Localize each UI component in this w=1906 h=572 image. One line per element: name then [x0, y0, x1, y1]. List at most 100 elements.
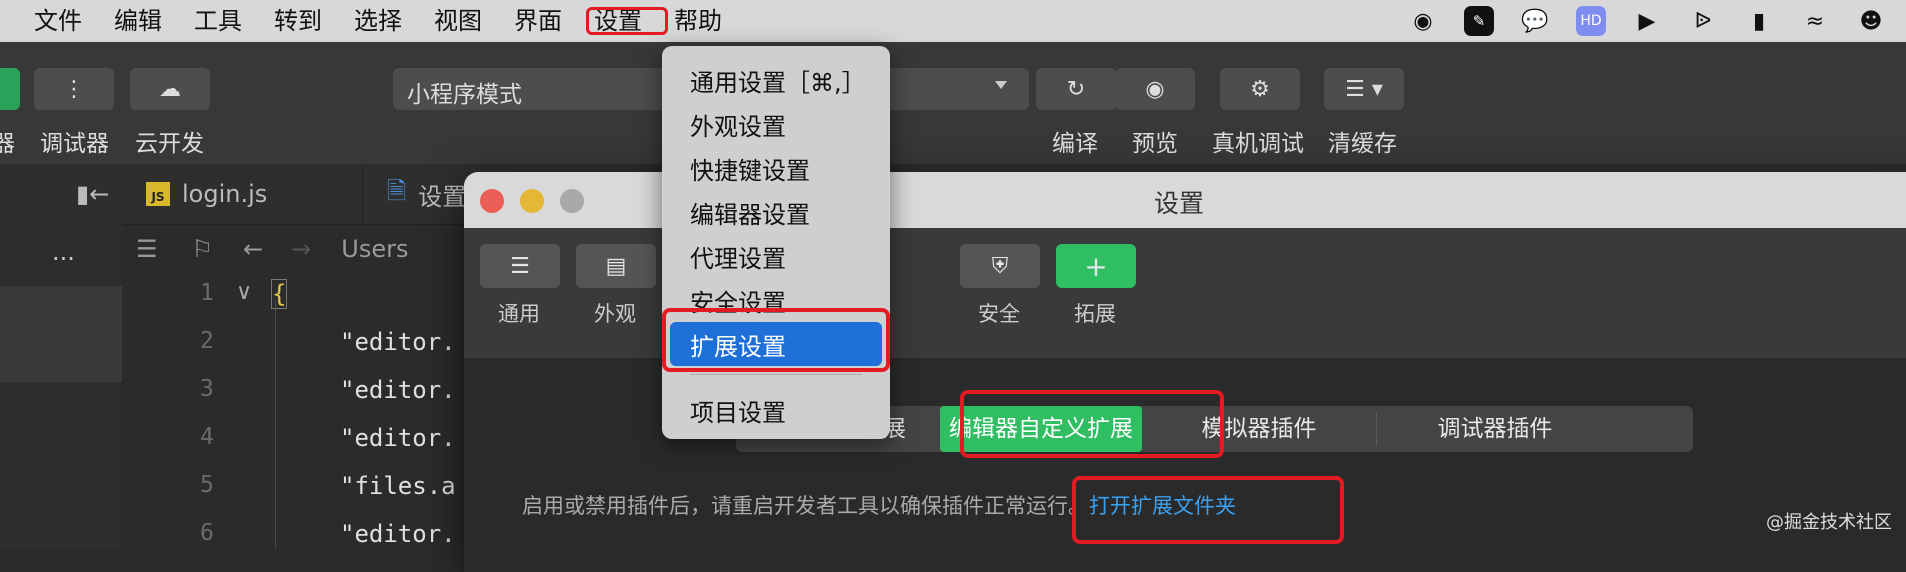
clear-cache-label: 清缓存 [1328, 131, 1397, 157]
menu-shortcut-settings-label: 快捷键设置 [690, 157, 810, 185]
menu-editor-settings-label: 编辑器设置 [690, 201, 810, 229]
category-appearance-label: 外观 [594, 302, 636, 326]
menu-help[interactable]: 帮助 [658, 0, 738, 42]
menu-file[interactable]: 文件 [18, 0, 98, 42]
breadcrumb[interactable]: Users [341, 235, 408, 263]
close-window-button[interactable] [480, 189, 504, 213]
code-line[interactable]: "editor. [340, 376, 456, 404]
debugger-icon: ⋮ [63, 76, 85, 102]
tab-settings-label: 设置 [418, 182, 467, 211]
battery-icon[interactable]: ▮ [1744, 6, 1774, 36]
cloud-button[interactable]: ☁ [130, 68, 210, 110]
forward-icon[interactable]: → [291, 235, 311, 263]
menu-appearance-settings-label: 外观设置 [690, 113, 786, 141]
extension-hint-text: 启用或禁用插件后，请重启开发者工具以确保插件正常运行。 [522, 494, 1089, 518]
line-number: 6 [200, 520, 214, 546]
settings-dropdown-menu: 通用设置［⌘,］ 外观设置 快捷键设置 编辑器设置 代理设置 安全设置 扩展设置… [662, 46, 890, 439]
minimize-window-button[interactable] [520, 189, 544, 213]
bookmark-icon[interactable]: ⚐ [192, 235, 214, 263]
hd-icon[interactable]: HD [1576, 6, 1606, 36]
bug-icon: ⚙ [1250, 76, 1270, 102]
menu-goto[interactable]: 转到 [258, 0, 338, 42]
menu-general-settings[interactable]: 通用设置［⌘,］ [662, 58, 890, 98]
back-icon[interactable]: ← [243, 235, 263, 263]
bird-icon[interactable]: ◉ [1408, 6, 1438, 36]
note-icon[interactable]: ✎ [1464, 6, 1494, 36]
code-line[interactable]: "editor. [340, 424, 456, 452]
cloud-icon: ☁ [159, 76, 181, 102]
list-icon[interactable]: ☰ [136, 235, 158, 263]
hd-label: HD [1580, 13, 1602, 29]
collapse-sidebar-icon[interactable]: ▮← [76, 164, 109, 224]
category-security[interactable]: ⛨ [960, 244, 1040, 288]
highlight-editor-custom [960, 390, 1224, 458]
highlight-open-folder [1072, 476, 1344, 544]
shield-icon: ⛨ [991, 253, 1009, 279]
menu-edit[interactable]: 编辑 [98, 0, 178, 42]
play-icon[interactable]: ▶ [1632, 6, 1662, 36]
preview-label: 预览 [1132, 131, 1178, 157]
sliders-icon: ☰ [510, 253, 530, 279]
zoom-window-button[interactable] [560, 189, 584, 213]
left-panel-selection [0, 286, 122, 382]
menu-proxy-settings-label: 代理设置 [690, 245, 786, 273]
menu-bar: 文件 编辑 工具 转到 选择 视图 界面 设置 帮助 ◉ ✎ 💬 HD ▶ ᐉ … [0, 0, 1906, 42]
clear-cache-button[interactable]: ☰ ▾ [1324, 68, 1404, 110]
user-icon[interactable]: ☻ [1856, 6, 1886, 36]
menu-project-settings[interactable]: 项目设置 [662, 388, 890, 428]
menu-editor-settings[interactable]: 编辑器设置 [662, 190, 890, 230]
layers-icon: ☰ ▾ [1345, 76, 1383, 102]
js-file-icon: JS [146, 182, 170, 206]
left-panel: ... [0, 224, 122, 548]
eye-icon: ◉ [1145, 76, 1165, 102]
segment-debugger-plugins[interactable]: 调试器插件 [1376, 406, 1614, 452]
tab-login-js[interactable]: JS login.js [146, 164, 267, 224]
menu-proxy-settings[interactable]: 代理设置 [662, 234, 890, 274]
debugger-label: 调试器 [40, 131, 109, 157]
tab-settings[interactable]: 🗎 设置 [362, 164, 466, 224]
category-extensions[interactable]: + [1056, 244, 1136, 288]
compile-button[interactable]: ↻ [1036, 68, 1116, 110]
line-number: 5 [200, 472, 214, 498]
status-icons: ◉ ✎ 💬 HD ▶ ᐉ ▮ ≈ ☻ [1408, 0, 1886, 42]
highlight-extension-settings [662, 308, 890, 372]
code-line[interactable]: "editor. [340, 328, 456, 356]
menu-general-settings-label: 通用设置［⌘,］ [690, 69, 866, 97]
code-line[interactable]: { [270, 279, 288, 309]
cloud-label: 云开发 [135, 131, 204, 157]
code-line[interactable]: "editor. [340, 520, 456, 548]
fold-icon[interactable]: ∨ [236, 280, 252, 305]
bluetooth-icon[interactable]: ᐉ [1688, 6, 1718, 36]
menu-interface[interactable]: 界面 [498, 0, 578, 42]
menu-shortcut-settings[interactable]: 快捷键设置 [662, 146, 890, 186]
wechat-icon[interactable]: 💬 [1520, 6, 1550, 36]
ide-toolbar: 器 ⋮ 调试器 ☁ 云开发 小程序模式 ↻ 编译 ◉ 预览 ⚙ 真机调试 ☰ ▾… [0, 42, 1906, 164]
category-general[interactable]: ☰ [480, 244, 560, 288]
code-line[interactable]: "files.a [340, 472, 456, 500]
debugger-button[interactable]: ⋮ [34, 68, 114, 110]
simulator-button[interactable] [0, 68, 20, 110]
line-number: 2 [200, 328, 214, 354]
line-number: 4 [200, 424, 214, 450]
category-security-label: 安全 [978, 302, 1020, 326]
category-general-label: 通用 [498, 302, 540, 326]
watermark: @掘金技术社区 [1766, 512, 1892, 533]
plus-icon: + [1084, 249, 1108, 283]
indent-guide [275, 300, 276, 548]
device-debug-label: 真机调试 [1212, 131, 1304, 157]
simulator-label: 器 [0, 131, 15, 157]
compile-label: 编译 [1052, 131, 1098, 157]
chevron-down-icon [995, 81, 1007, 89]
menu-tools[interactable]: 工具 [178, 0, 258, 42]
wifi-icon[interactable]: ≈ [1800, 6, 1830, 36]
tab-login-js-label: login.js [182, 180, 268, 208]
menu-select[interactable]: 选择 [338, 0, 418, 42]
more-icon[interactable]: ... [52, 238, 75, 266]
category-appearance[interactable]: ▤ [576, 244, 656, 288]
menu-settings[interactable]: 设置 [578, 0, 668, 42]
preview-button[interactable]: ◉ [1115, 68, 1195, 110]
menu-view[interactable]: 视图 [418, 0, 498, 42]
device-debug-button[interactable]: ⚙ [1220, 68, 1300, 110]
menu-separator [690, 374, 862, 375]
menu-appearance-settings[interactable]: 外观设置 [662, 102, 890, 142]
